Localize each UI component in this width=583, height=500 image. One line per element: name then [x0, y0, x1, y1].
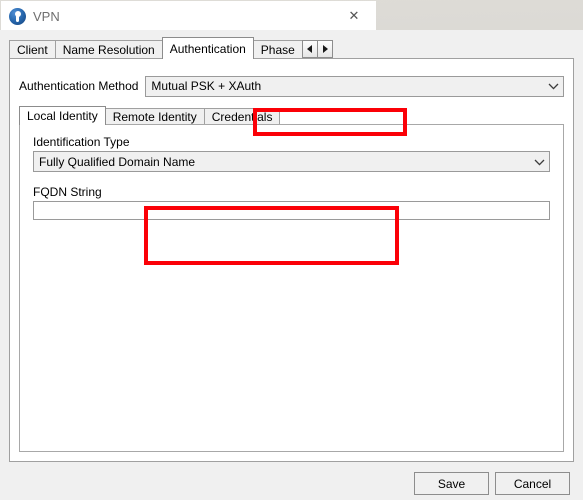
local-identity-tab-page: Identification Type Fully Qualified Doma… [19, 124, 564, 452]
tab-authentication[interactable]: Authentication [161, 37, 254, 59]
tab-client[interactable]: Client [9, 40, 56, 59]
save-button[interactable]: Save [414, 472, 489, 495]
tab-remote-identity[interactable]: Remote Identity [104, 108, 205, 125]
authentication-method-row: Authentication Method Mutual PSK + XAuth [19, 75, 564, 97]
cancel-button[interactable]: Cancel [495, 472, 570, 495]
identification-type-label: Identification Type [33, 135, 130, 149]
dialog-content: Client Name Resolution Authentication Ph… [0, 30, 583, 500]
authentication-tab-page: Authentication Method Mutual PSK + XAuth… [9, 58, 574, 462]
close-icon[interactable]: ✕ [332, 1, 376, 31]
authentication-method-value: Mutual PSK + XAuth [151, 79, 262, 93]
vpn-client-title: VPN [33, 8, 60, 24]
dialog-tabstrip: Client Name Resolution Authentication Ph… [9, 37, 574, 59]
vpn-client-titlebar: VPN ✕ [1, 1, 376, 31]
tab-scroll-left-icon[interactable] [301, 40, 318, 58]
identification-type-value: Fully Qualified Domain Name [39, 154, 196, 169]
vpn-lock-icon [9, 7, 26, 25]
dialog-footer: Save Cancel [0, 464, 583, 500]
identity-tabstrip: Local Identity Remote Identity Credentia… [19, 106, 564, 125]
tab-scroll-buttons [301, 40, 333, 58]
tab-phase[interactable]: Phase [252, 40, 303, 59]
fqdn-string-label: FQDN String [33, 185, 102, 199]
identification-type-select[interactable]: Fully Qualified Domain Name [33, 151, 550, 172]
chevron-down-icon [534, 153, 545, 171]
screenshot-root: VPN ✕ File Ed Connect [0, 0, 583, 500]
authentication-method-select[interactable]: Mutual PSK + XAuth [145, 75, 564, 97]
vpn-site-configuration-dialog[interactable]: VPN Site Configuration ✕ Client Name Res… [0, 30, 583, 500]
fqdn-string-input[interactable] [33, 201, 550, 220]
tab-name-resolution[interactable]: Name Resolution [54, 40, 163, 59]
tab-local-identity[interactable]: Local Identity [19, 106, 106, 125]
authentication-method-label: Authentication Method [19, 79, 139, 93]
chevron-down-icon [548, 77, 559, 95]
tab-credentials[interactable]: Credentials [203, 108, 281, 125]
tab-scroll-right-icon[interactable] [316, 40, 333, 58]
